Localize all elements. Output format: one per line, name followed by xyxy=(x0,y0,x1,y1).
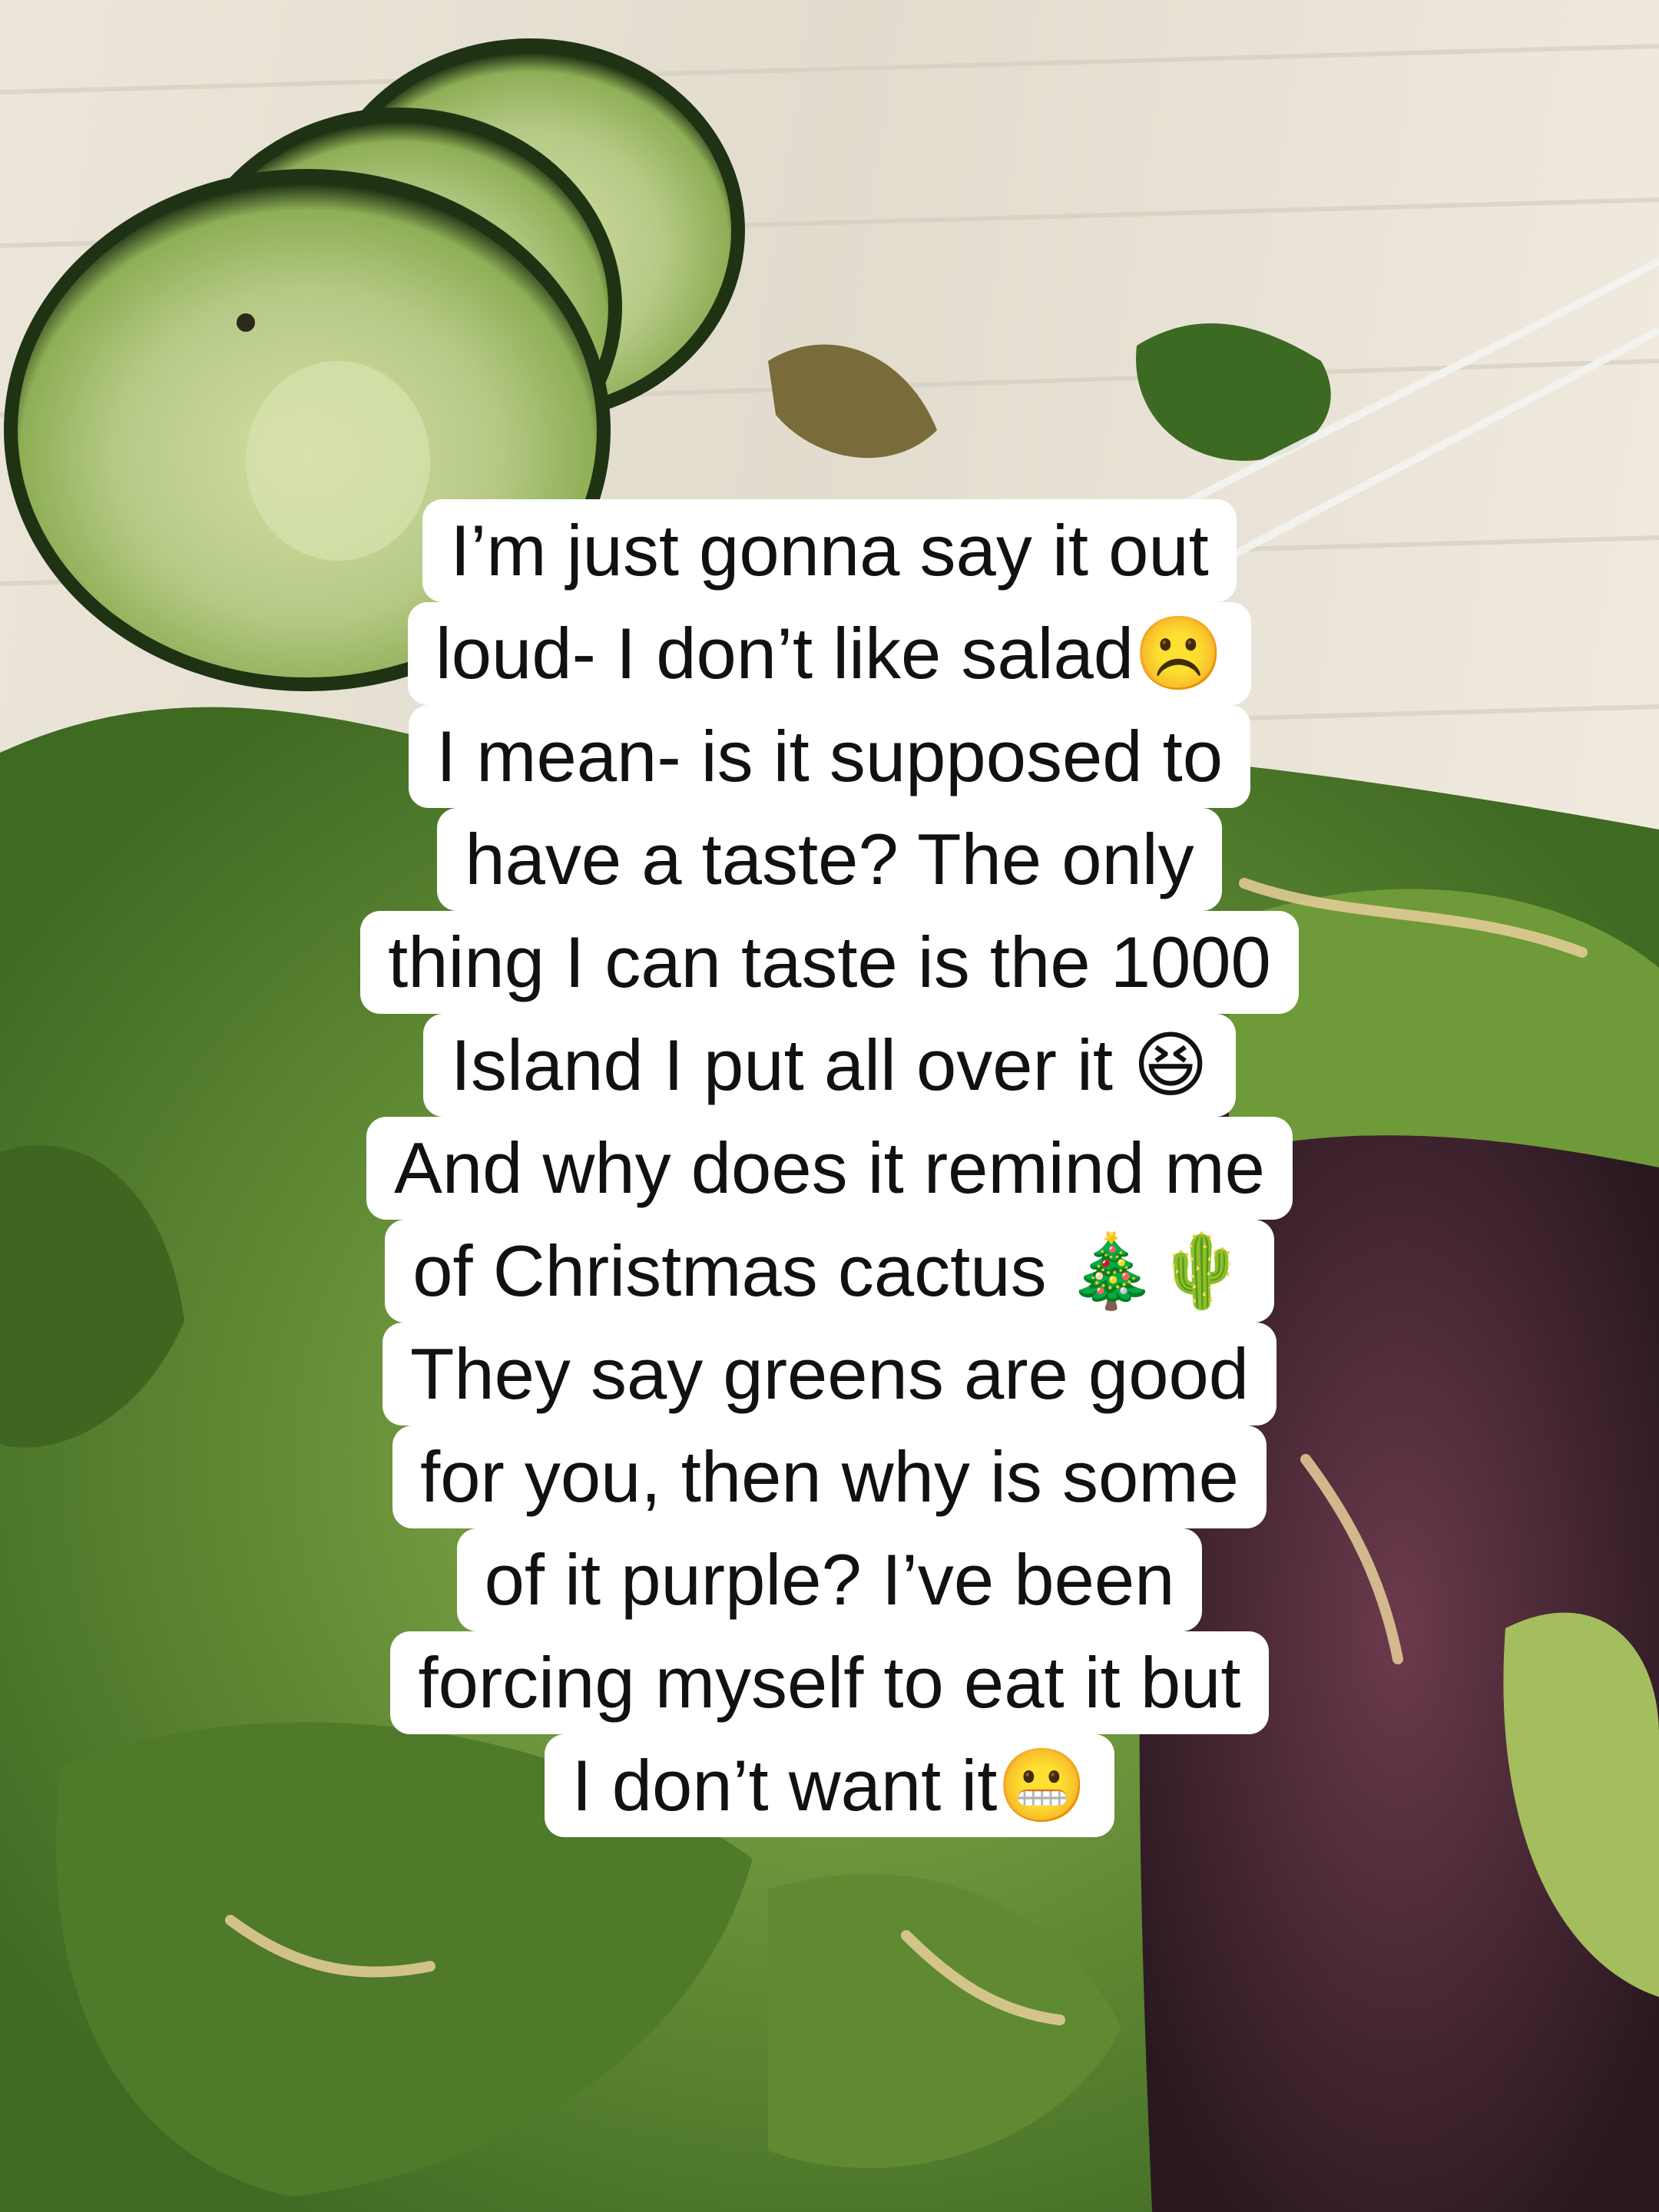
caption-line: have a taste? The only xyxy=(0,808,1659,911)
caption-line: thing I can taste is the 1000 xyxy=(0,911,1659,1014)
caption-line: I don’t want it😬 xyxy=(0,1734,1659,1837)
caption-line: And why does it remind me xyxy=(0,1117,1659,1220)
caption-line: of it purple? I’ve been xyxy=(0,1528,1659,1631)
caption-line: loud- I don’t like salad☹️ xyxy=(0,602,1659,705)
caption-line: Island I put all over it 😆 xyxy=(0,1014,1659,1117)
caption-line: They say greens are good xyxy=(0,1323,1659,1426)
story-caption: I’m just gonna say it out loud- I don’t … xyxy=(0,499,1659,1837)
story-frame: I’m just gonna say it out loud- I don’t … xyxy=(0,0,1659,2212)
caption-line: I’m just gonna say it out xyxy=(0,499,1659,602)
caption-line: of Christmas cactus 🎄🌵 xyxy=(0,1220,1659,1323)
caption-line: for you, then why is some xyxy=(0,1426,1659,1528)
caption-line: forcing myself to eat it but xyxy=(0,1631,1659,1734)
caption-line: I mean- is it supposed to xyxy=(0,705,1659,808)
